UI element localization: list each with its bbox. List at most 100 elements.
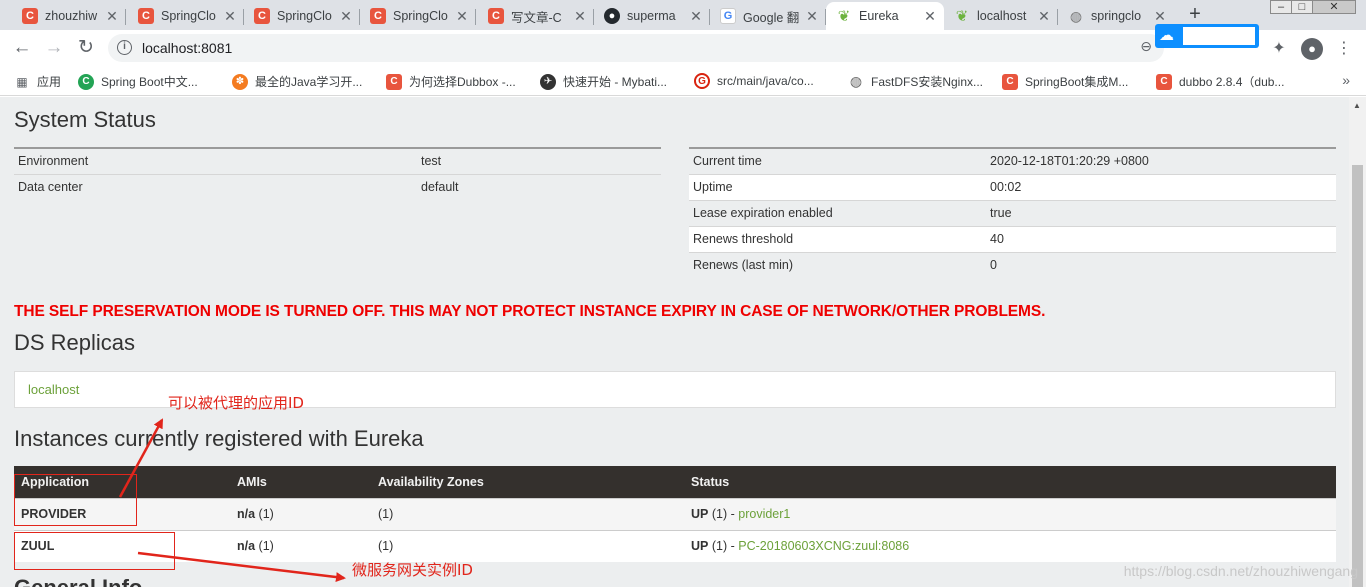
close-icon[interactable]: ✕ — [572, 8, 588, 25]
extension-input[interactable] — [1183, 27, 1255, 45]
window-close-button[interactable]: ✕ — [1312, 0, 1356, 14]
close-icon[interactable]: ✕ — [1036, 8, 1052, 25]
tab-4[interactable]: C SpringClo ✕ — [360, 2, 476, 30]
tab-title: localhost — [977, 9, 1027, 23]
eureka-page: System Status Environment test Data cent… — [0, 97, 1366, 587]
bookmark-5[interactable]: G src/main/java/co... — [694, 73, 814, 89]
bookmark-label: Spring Boot中文... — [101, 75, 198, 89]
github-icon: ● — [604, 8, 620, 24]
scroll-up-icon[interactable]: ▲ — [1353, 101, 1361, 110]
scrollbar-thumb[interactable] — [1352, 165, 1363, 587]
amis-cell: n/a (1) — [230, 497, 371, 530]
ds-replicas-title: DS Replicas — [14, 330, 136, 355]
tab-1[interactable]: C zhouzhiw ✕ — [12, 2, 126, 30]
status-count: (1) - — [711, 539, 735, 554]
tab-5[interactable]: C 写文章-C ✕ — [478, 2, 594, 30]
instance-link[interactable]: PC-20180603XCNG:zuul:8086 — [738, 539, 909, 553]
general-info-title: General Info — [14, 575, 142, 587]
tab-title: superma — [627, 9, 676, 23]
back-button[interactable]: ← — [10, 36, 34, 60]
close-icon[interactable]: ✕ — [454, 8, 470, 25]
tab-7[interactable]: G Google 翻 ✕ — [710, 2, 826, 30]
close-icon[interactable]: ✕ — [104, 8, 120, 25]
table-row: Lease expiration enabled true — [689, 199, 1336, 226]
info-icon[interactable]: i — [117, 40, 132, 55]
amis-count: (1) — [258, 539, 274, 554]
close-icon[interactable]: ✕ — [1152, 8, 1168, 25]
forward-button[interactable]: → — [42, 36, 66, 60]
close-icon[interactable]: ✕ — [338, 8, 354, 25]
table-row: Data center default — [14, 173, 661, 200]
status-cell: UP (1) - provider1 — [684, 497, 1336, 530]
status-up: UP — [691, 507, 709, 521]
tab-title: SpringClo — [161, 9, 216, 23]
zones-value: (1) — [371, 497, 684, 530]
annotation-gateway-instance-id: 微服务网关实例ID — [352, 561, 473, 579]
orange-icon: ✽ — [232, 73, 248, 90]
csdn-icon: C — [370, 8, 386, 24]
bookmark-label: 为何选择Dubbox -... — [409, 75, 516, 89]
bookmark-6[interactable]: ◍ FastDFS安装Nginx... — [848, 73, 983, 90]
spring-icon: C — [78, 73, 94, 90]
status-cell: UP (1) - PC-20180603XCNG:zuul:8086 — [684, 529, 1336, 562]
table-row: PROVIDER n/a (1) (1) UP (1) - provider1 — [14, 497, 1336, 530]
close-icon[interactable]: ✕ — [922, 8, 938, 25]
bookmark-3[interactable]: C 为何选择Dubbox -... — [386, 73, 516, 90]
amis-cell: n/a (1) — [230, 529, 371, 562]
system-status-title: System Status — [14, 107, 156, 132]
close-icon[interactable]: ✕ — [804, 8, 820, 25]
column-header: AMIs — [230, 466, 371, 498]
tab-eureka-active[interactable]: ❦ Eureka ✕ — [826, 2, 944, 30]
system-status-right-table: Current time 2020-12-18T01:20:29 +0800 U… — [689, 147, 1336, 278]
bookmark-label: 应用 — [37, 75, 62, 89]
minimize-button[interactable]: – — [1270, 0, 1292, 14]
watermark: https://blog.csdn.net/zhouzhiwengang — [1123, 563, 1358, 579]
status-key: Environment — [14, 147, 417, 174]
amis-count: (1) — [258, 507, 274, 521]
csdn-icon: C — [488, 8, 504, 24]
instances-title: Instances currently registered with Eure… — [14, 426, 424, 451]
csdn-icon: C — [22, 8, 38, 24]
bookmark-apps[interactable]: ▦ 应用 — [14, 73, 61, 90]
address-bar[interactable]: i localhost:8081 ⊖ — [108, 34, 1164, 62]
bookmark-label: 最全的Java学习开... — [255, 75, 363, 89]
reload-button[interactable]: ↻ — [74, 36, 98, 60]
tab-9[interactable]: ❦ localhost ✕ — [944, 2, 1058, 30]
replica-link[interactable]: localhost — [28, 382, 79, 397]
bookmark-2[interactable]: ✽ 最全的Java学习开... — [232, 73, 362, 90]
menu-kebab-icon[interactable]: ⋮ — [1333, 38, 1355, 60]
csdn-icon: C — [138, 8, 154, 24]
bookmark-1[interactable]: C Spring Boot中文... — [78, 73, 198, 90]
table-header-row: Application AMIs Availability Zones Stat… — [14, 466, 1336, 498]
tab-2[interactable]: C SpringClo ✕ — [128, 2, 244, 30]
maximize-button[interactable]: □ — [1291, 0, 1313, 14]
status-value: 2020-12-18T01:20:29 +0800 — [986, 147, 1336, 174]
column-header: Status — [684, 466, 1336, 498]
bookmark-7[interactable]: C SpringBoot集成M... — [1002, 73, 1128, 90]
profile-avatar-icon[interactable]: ● — [1301, 38, 1323, 60]
status-value: 40 — [986, 225, 1336, 252]
tab-title: springclo — [1091, 9, 1142, 23]
tab-6[interactable]: ● superma ✕ — [594, 2, 710, 30]
bookmark-4[interactable]: ✈ 快速开始 - Mybati... — [540, 73, 667, 90]
chevron-right-icon[interactable]: » — [1342, 72, 1350, 88]
status-value: 00:02 — [986, 173, 1336, 200]
self-preservation-warning: THE SELF PRESERVATION MODE IS TURNED OFF… — [14, 303, 1046, 320]
amis-value: n/a — [237, 507, 256, 521]
column-header: Availability Zones — [371, 466, 684, 498]
page-scrollbar[interactable]: ▲ — [1349, 97, 1366, 587]
status-count: (1) - — [711, 507, 735, 521]
zoom-icon[interactable]: ⊖ — [1140, 38, 1152, 55]
bird-icon: ✈ — [540, 73, 556, 90]
close-icon[interactable]: ✕ — [688, 8, 704, 25]
extensions-puzzle-icon[interactable]: ✦ — [1268, 38, 1290, 60]
tab-3[interactable]: C SpringClo ✕ — [244, 2, 360, 30]
bookmark-8[interactable]: C dubbo 2.8.4（dub... — [1156, 73, 1284, 90]
gitee-icon: G — [694, 73, 710, 89]
tab-title: zhouzhiw — [45, 9, 98, 23]
cloud-extension-icon: ☁ — [1159, 27, 1174, 44]
extension-popup[interactable]: ☁ — [1155, 24, 1259, 48]
instance-link[interactable]: provider1 — [738, 507, 790, 521]
close-icon[interactable]: ✕ — [222, 8, 238, 25]
globe-icon: ◍ — [849, 73, 863, 89]
